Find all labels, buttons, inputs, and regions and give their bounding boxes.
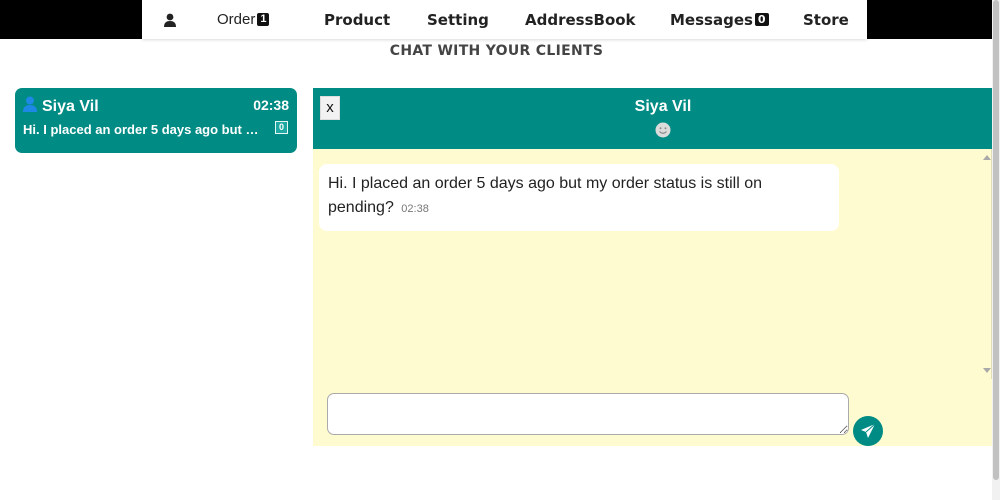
paper-plane-icon bbox=[861, 423, 876, 438]
chat-contact-name: Siya Vil bbox=[634, 98, 692, 115]
nav-order[interactable]: Order 1 bbox=[217, 0, 270, 39]
nav-addressbook[interactable]: AddressBook bbox=[525, 0, 636, 39]
message-time: 02:38 bbox=[401, 203, 429, 215]
user-icon bbox=[164, 13, 176, 27]
unread-count-badge: 0 bbox=[274, 121, 288, 134]
send-button[interactable] bbox=[853, 416, 883, 446]
message-input[interactable] bbox=[327, 393, 849, 435]
conversation-time: 02:38 bbox=[253, 97, 289, 113]
page-scrollbar[interactable] bbox=[992, 0, 1000, 500]
smiley-icon bbox=[655, 122, 671, 138]
scroll-up-arrow-icon[interactable] bbox=[983, 155, 991, 160]
nav-order-label: Order bbox=[217, 11, 256, 28]
page: Order 1 Product Setting AddressBook Mess… bbox=[0, 0, 1000, 500]
conversation-preview: Hi. I placed an order 5 days ago but my … bbox=[23, 122, 263, 137]
nav-product[interactable]: Product bbox=[324, 0, 390, 39]
conversation-name: Siya Vil bbox=[42, 98, 99, 115]
order-count-badge: 1 bbox=[257, 13, 270, 26]
main-nav: Order 1 Product Setting AddressBook Mess… bbox=[142, 0, 867, 39]
nav-messages[interactable]: Messages 0 bbox=[670, 0, 769, 39]
nav-store[interactable]: Store bbox=[803, 0, 849, 39]
user-menu-button[interactable] bbox=[163, 0, 177, 39]
messages-count-badge: 0 bbox=[754, 13, 769, 26]
message-list[interactable]: Hi. I placed an order 5 days ago but my … bbox=[313, 149, 993, 378]
nav-messages-label: Messages bbox=[670, 10, 753, 29]
chat-header: x Siya Vil bbox=[313, 88, 993, 149]
message-text: Hi. I placed an order 5 days ago but my … bbox=[328, 175, 762, 216]
chat-panel: x Siya Vil Hi. I placed an order 5 days … bbox=[313, 88, 993, 446]
nav-setting[interactable]: Setting bbox=[427, 0, 489, 39]
person-icon bbox=[23, 96, 37, 112]
conversation-item[interactable]: Siya Vil 02:38 Hi. I placed an order 5 d… bbox=[15, 88, 297, 153]
page-title: CHAT WITH YOUR CLIENTS bbox=[389, 43, 604, 59]
message-bubble: Hi. I placed an order 5 days ago but my … bbox=[319, 164, 839, 231]
scroll-down-arrow-icon[interactable] bbox=[983, 368, 991, 373]
page-scrollbar-thumb[interactable] bbox=[993, 0, 999, 480]
